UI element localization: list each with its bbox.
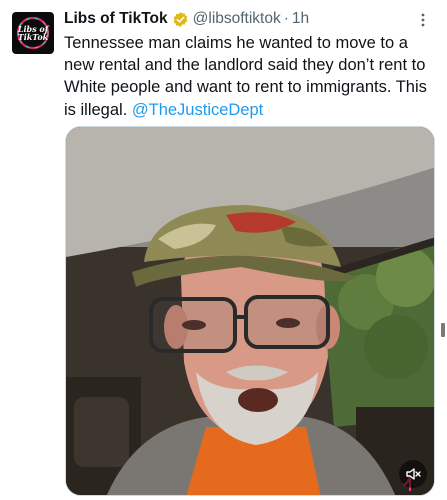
- tweet-header: Libs of TikTok @libsoftiktok · 1h: [64, 9, 309, 29]
- verified-badge-icon[interactable]: [172, 11, 189, 28]
- tweet[interactable]: Libs of TikTok Libs of TikTok @libsoftik…: [0, 0, 447, 500]
- avatar[interactable]: Libs of TikTok: [12, 12, 54, 54]
- author-handle[interactable]: @libsoftiktok: [193, 10, 281, 28]
- scrollbar-thumb[interactable]: [441, 323, 445, 337]
- video-frame: [66, 127, 434, 495]
- author-name[interactable]: Libs of TikTok: [64, 10, 168, 28]
- avatar-logo-text: Libs of TikTok: [17, 24, 49, 42]
- tweet-text: Tennessee man claims he wanted to move t…: [64, 32, 436, 121]
- speaker-muted-icon: [406, 468, 421, 480]
- mute-button[interactable]: [399, 460, 427, 488]
- timestamp[interactable]: 1h: [292, 10, 309, 28]
- video-player[interactable]: [65, 126, 435, 496]
- separator-dot: ·: [283, 10, 289, 27]
- more-options-icon[interactable]: [415, 12, 431, 28]
- mention-link[interactable]: @TheJusticeDept: [132, 101, 263, 119]
